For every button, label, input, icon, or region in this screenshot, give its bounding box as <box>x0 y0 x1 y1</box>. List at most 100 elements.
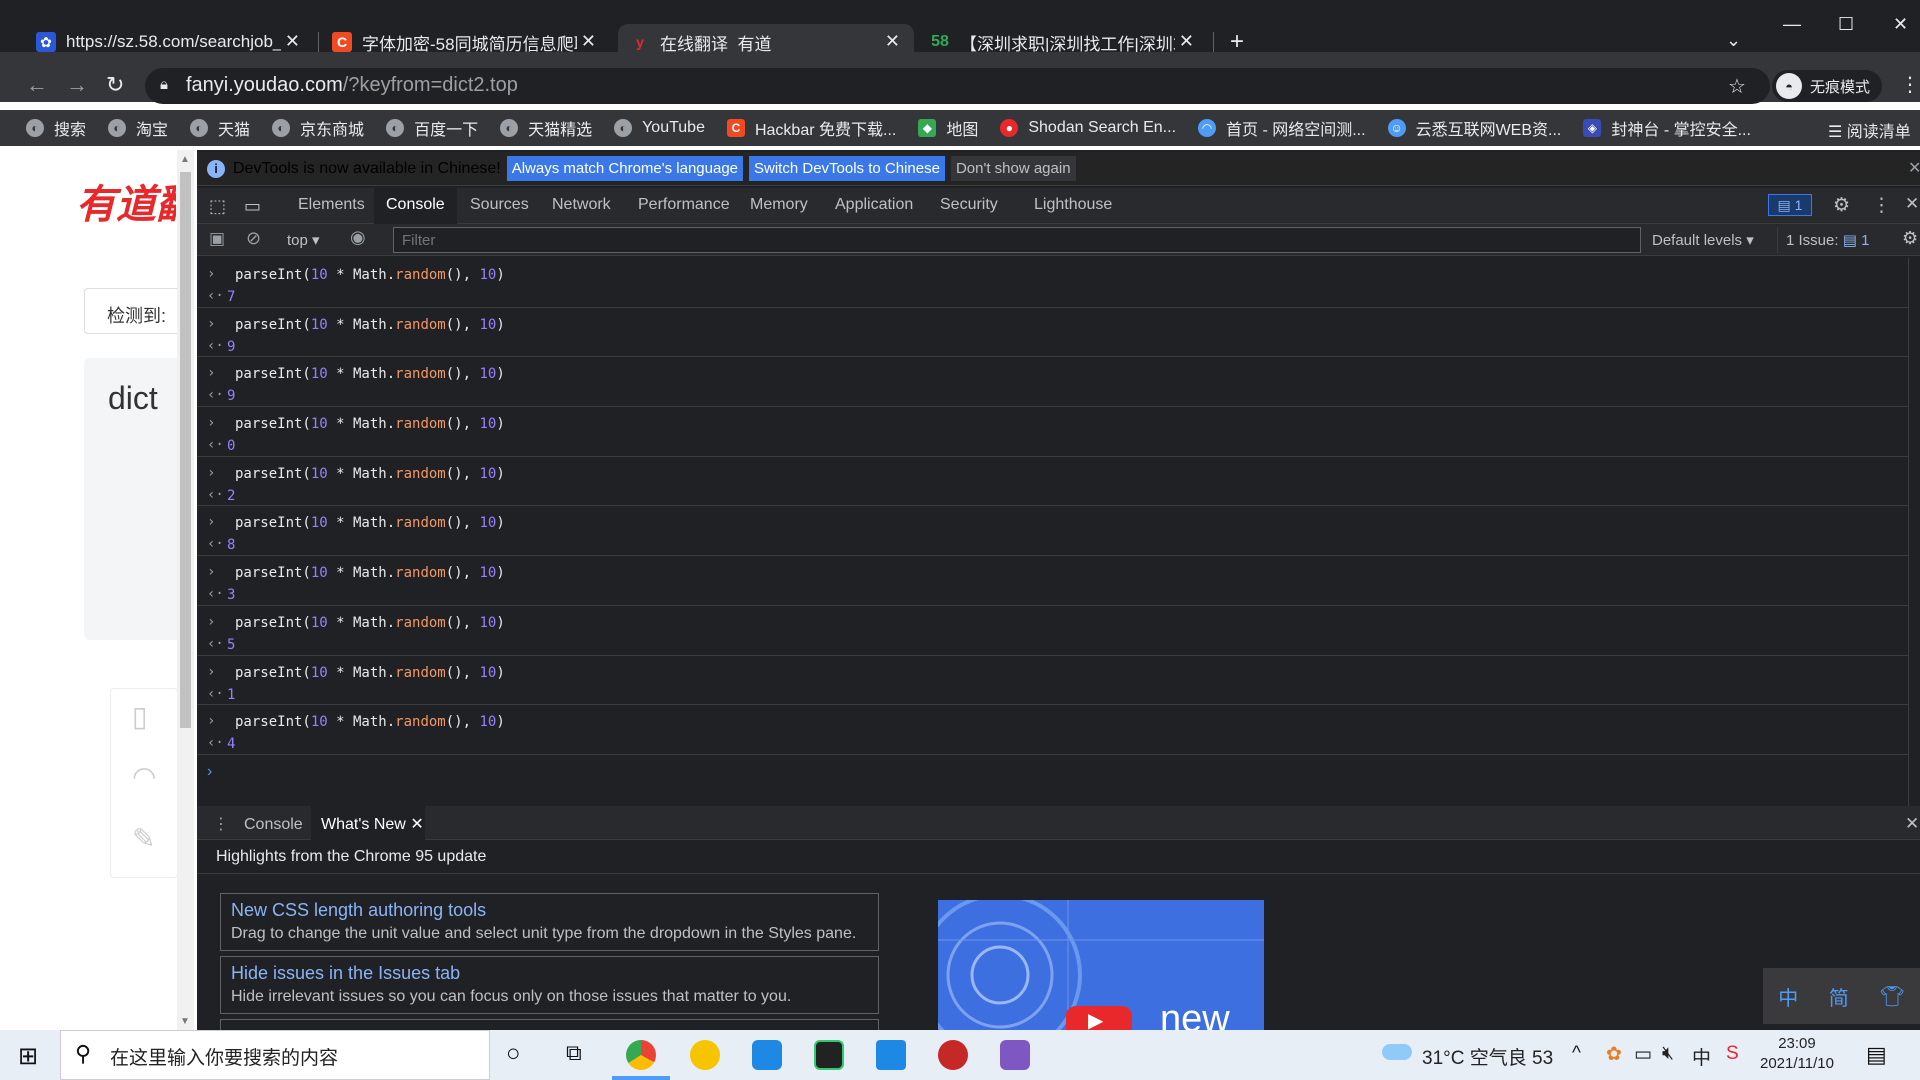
bookmark-item[interactable]: ● Shodan Search En... <box>1000 119 1176 137</box>
console-output-value[interactable]: 4 <box>227 736 235 752</box>
console-entry[interactable]: › parseInt(10 * Math.random(), 10) ‹· 8 <box>197 506 1908 557</box>
console-input-expression[interactable]: parseInt(10 * Math.random(), 10) <box>235 416 505 432</box>
tab-console[interactable]: Console <box>374 188 457 224</box>
console-issues-button[interactable]: 1 Issue: ▤ 1 <box>1777 227 1877 253</box>
switch-to-chinese-button[interactable]: Switch DevTools to Chinese <box>749 156 945 181</box>
tab-lighthouse[interactable]: Lighthouse <box>1034 196 1112 214</box>
bookmark-item[interactable]: ◠ 首页 - 网络空间测... <box>1198 116 1366 140</box>
close-devtools-icon[interactable]: ✕ <box>1905 194 1919 214</box>
console-settings-icon[interactable]: ⚙ <box>1902 228 1918 249</box>
close-tab-icon[interactable]: ✕ <box>285 31 300 52</box>
tray-expand-icon[interactable]: ^ <box>1572 1043 1581 1065</box>
bookmark-item[interactable]: ◐ 京东商城 <box>272 116 364 140</box>
close-infobar-icon[interactable]: ✕ <box>1908 158 1920 178</box>
bookmark-item[interactable]: ◐ 天猫精选 <box>500 116 592 140</box>
console-output-value[interactable]: 5 <box>227 637 235 653</box>
drawer-tab-console[interactable]: Console <box>244 816 303 834</box>
live-expression-eye-icon[interactable]: ◉ <box>350 227 366 248</box>
console-prompt-chevron[interactable]: › <box>207 763 212 781</box>
console-input-expression[interactable]: parseInt(10 * Math.random(), 10) <box>235 515 505 531</box>
battery-icon[interactable]: ▭ <box>1634 1043 1652 1066</box>
console-output-value[interactable]: 8 <box>227 537 235 553</box>
console-output-value[interactable]: 2 <box>227 488 235 504</box>
incognito-profile-button[interactable]: ◓ 无痕模式 <box>1772 70 1882 102</box>
tab-application[interactable]: Application <box>835 196 913 214</box>
console-entry[interactable]: › parseInt(10 * Math.random(), 10) ‹· 5 <box>197 606 1908 656</box>
page-scrollbar-thumb[interactable] <box>180 172 191 728</box>
close-tab-icon[interactable]: ✕ <box>410 816 423 833</box>
clear-console-icon[interactable]: ⊘ <box>246 228 261 249</box>
close-tab-icon[interactable]: ✕ <box>581 31 596 52</box>
drawer-tab-whats-new[interactable]: What's New ✕ <box>311 806 425 840</box>
burp-taskbar-icon[interactable] <box>938 1040 968 1070</box>
console-entry[interactable]: › parseInt(10 * Math.random(), 10) ‹· 1 <box>197 656 1908 706</box>
pycharm-taskbar-icon[interactable] <box>814 1040 844 1070</box>
vscode-taskbar-icon[interactable] <box>752 1040 782 1070</box>
reading-list-button[interactable]: ☰ 阅读清单 <box>1828 118 1911 142</box>
whats-new-card[interactable]: Hide issues in the Issues tab Hide irrel… <box>220 956 879 1014</box>
dont-show-again-button[interactable]: Don't show again <box>950 156 1076 181</box>
volume-muted-icon[interactable]: 🔇︎ <box>1662 1043 1674 1065</box>
drawer-menu-icon[interactable]: ⋮ <box>213 814 229 834</box>
weather-text[interactable]: 31°C 空气良 53 <box>1422 1043 1553 1070</box>
ime-skin-icon[interactable]: 👕︎ <box>1879 984 1904 1009</box>
headset-icon[interactable]: ◠ <box>132 760 156 793</box>
scroll-down-arrow[interactable]: ▼ <box>180 1016 190 1027</box>
console-output-value[interactable]: 7 <box>227 289 235 305</box>
scroll-up-arrow[interactable]: ▲ <box>180 154 190 165</box>
console-entry[interactable]: › parseInt(10 * Math.random(), 10) ‹· 4 <box>197 705 1908 755</box>
tray-app-icon[interactable]: ✿ <box>1606 1043 1622 1066</box>
whats-new-card[interactable]: New CSS length authoring tools Drag to c… <box>220 893 879 951</box>
console-output-value[interactable]: 9 <box>227 339 235 355</box>
bookmark-item[interactable]: ◐ 天猫 <box>190 116 250 140</box>
lock-icon[interactable]: 🔒︎ <box>160 76 168 93</box>
reload-icon[interactable]: ↻ <box>106 72 124 98</box>
console-input-expression[interactable]: parseInt(10 * Math.random(), 10) <box>235 466 505 482</box>
console-input-expression[interactable]: parseInt(10 * Math.random(), 10) <box>235 317 505 333</box>
console-scrollbar[interactable] <box>1908 258 1920 806</box>
tab-elements[interactable]: Elements <box>298 196 365 214</box>
ime-chinese-toggle[interactable]: 中 <box>1778 982 1798 1011</box>
menu-icon[interactable]: ⋮ <box>1900 72 1920 97</box>
url-text[interactable]: fanyi.youdao.com/?keyfrom=dict2.top <box>186 74 518 97</box>
console-output-value[interactable]: 9 <box>227 388 235 404</box>
tray-ime-indicator[interactable]: 中 <box>1692 1043 1711 1070</box>
console-input-expression[interactable]: parseInt(10 * Math.random(), 10) <box>235 714 505 730</box>
log-levels-dropdown[interactable]: Default levels ▾ <box>1652 231 1754 249</box>
visual-studio-taskbar-icon[interactable] <box>1000 1040 1030 1070</box>
console-input-expression[interactable]: parseInt(10 * Math.random(), 10) <box>235 366 505 382</box>
console-entry[interactable]: › parseInt(10 * Math.random(), 10) ‹· 9 <box>197 357 1908 408</box>
tab-security[interactable]: Security <box>940 196 998 214</box>
bookmark-item[interactable]: ◐ 百度一下 <box>386 116 478 140</box>
back-icon[interactable]: ← <box>26 72 48 98</box>
tab-search-icon[interactable]: ⌄ <box>1726 30 1741 51</box>
maximize-button[interactable]: ☐ <box>1838 14 1854 35</box>
console-entry[interactable]: › parseInt(10 * Math.random(), 10) ‹· 7 <box>197 258 1908 308</box>
sogou-input-icon[interactable]: S <box>1726 1043 1739 1065</box>
cortana-icon[interactable]: ○ <box>506 1040 521 1068</box>
console-input-expression[interactable]: parseInt(10 * Math.random(), 10) <box>235 615 505 631</box>
console-output-value[interactable]: 0 <box>227 438 235 454</box>
bookmark-star-icon[interactable]: ☆ <box>1728 74 1746 99</box>
console-output-value[interactable]: 3 <box>227 587 235 603</box>
tab-performance[interactable]: Performance <box>638 196 730 214</box>
settings-gear-icon[interactable]: ⚙ <box>1833 194 1850 217</box>
sidebar-toggle-icon[interactable]: ▣ <box>209 229 225 249</box>
console-entry[interactable]: › parseInt(10 * Math.random(), 10) ‹· 9 <box>197 308 1908 358</box>
whats-new-video-thumbnail[interactable]: ▶ new <box>938 900 1264 1030</box>
more-options-icon[interactable]: ⋮ <box>1872 194 1891 217</box>
ime-simplified-toggle[interactable]: 简 <box>1829 982 1849 1011</box>
tab-memory[interactable]: Memory <box>750 196 808 214</box>
bookmark-item[interactable]: ☺ 云悉互联网WEB资... <box>1387 116 1561 140</box>
console-entry[interactable]: › parseInt(10 * Math.random(), 10) ‹· 0 <box>197 407 1908 457</box>
minimize-button[interactable]: — <box>1783 14 1801 35</box>
close-window-button[interactable]: ✕ <box>1893 14 1908 35</box>
console-entry[interactable]: › parseInt(10 * Math.random(), 10) ‹· 3 <box>197 556 1908 606</box>
bookmark-item[interactable]: ◐ YouTube <box>614 119 705 137</box>
console-input-expression[interactable]: parseInt(10 * Math.random(), 10) <box>235 565 505 581</box>
inspect-element-icon[interactable]: ⬚ <box>209 196 226 217</box>
issues-badge[interactable]: ▤ 1 <box>1768 194 1812 216</box>
edit-icon[interactable]: ✎ <box>132 822 155 855</box>
bookmark-item[interactable]: C Hackbar 免费下载... <box>726 116 896 140</box>
console-output-value[interactable]: 1 <box>227 687 235 703</box>
